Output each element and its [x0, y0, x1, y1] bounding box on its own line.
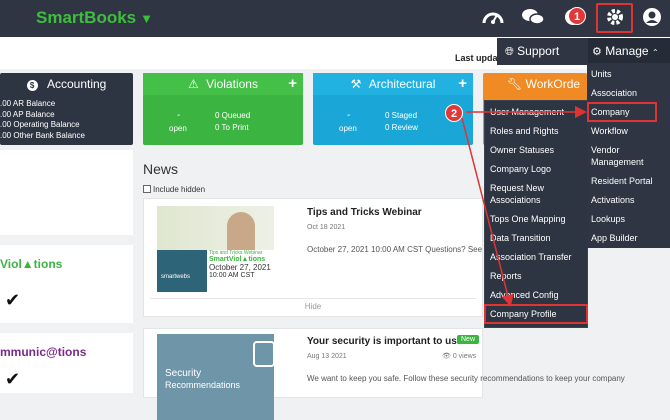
annotation-arrows	[461, 106, 587, 307]
arrow-to-company-profile	[461, 117, 514, 307]
step-2-marker: 2	[445, 104, 463, 122]
right-edge-panel	[657, 248, 670, 386]
